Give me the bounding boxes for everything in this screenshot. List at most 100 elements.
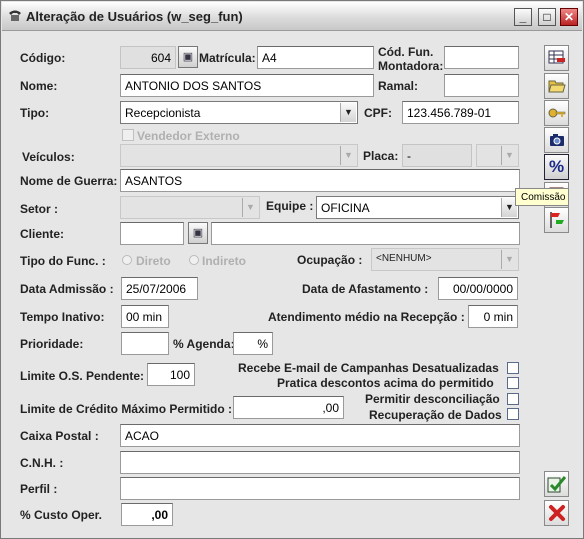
limite-credito-label: Limite de Crédito Máximo Permitido : bbox=[20, 402, 233, 416]
veiculos-select: ▼ bbox=[120, 144, 358, 167]
placa-label: Placa: bbox=[363, 149, 399, 163]
tipo-func-indireto-radio bbox=[189, 255, 199, 265]
nome-guerra-field[interactable]: ASANTOS bbox=[120, 169, 520, 192]
perfil-field[interactable] bbox=[120, 477, 520, 500]
table-edit-icon bbox=[548, 50, 565, 64]
chevron-down-icon[interactable]: ▼ bbox=[340, 103, 356, 122]
cod-fun-montadora-field[interactable] bbox=[444, 46, 519, 69]
matricula-field[interactable]: A4 bbox=[257, 46, 374, 69]
key-icon bbox=[548, 108, 565, 118]
table-edit-button[interactable] bbox=[544, 45, 569, 71]
x-icon bbox=[548, 505, 565, 521]
tipo-value: Recepcionista bbox=[125, 106, 201, 120]
data-admissao-field[interactable]: 25/07/2006 bbox=[121, 277, 198, 300]
chevron-down-icon: ▼ bbox=[340, 146, 356, 165]
close-button[interactable]: ✕ bbox=[560, 8, 578, 26]
prioridade-label: Prioridade: bbox=[20, 337, 84, 351]
ramal-label: Ramal: bbox=[378, 79, 419, 93]
window-title: Alteração de Usuários (w_seg_fun) bbox=[26, 9, 243, 24]
custo-oper-label: % Custo Oper. bbox=[20, 508, 103, 522]
lookup-icon: ▣ bbox=[182, 51, 194, 63]
prioridade-field[interactable] bbox=[121, 332, 169, 355]
ramal-field[interactable] bbox=[444, 74, 519, 97]
codigo-field: 604 bbox=[120, 46, 176, 69]
maximize-button[interactable]: □ bbox=[538, 8, 556, 26]
matricula-label: Matrícula: bbox=[199, 51, 256, 65]
camera-button[interactable] bbox=[544, 127, 569, 153]
commission-button[interactable]: % bbox=[544, 154, 569, 180]
permitir-desconciliacao-label: Permitir desconciliação bbox=[365, 392, 500, 406]
tipo-func-direto-radio bbox=[122, 255, 132, 265]
agenda-field[interactable]: % bbox=[233, 332, 273, 355]
caixa-postal-label: Caixa Postal : bbox=[20, 429, 99, 443]
vendedor-externo-checkbox bbox=[122, 129, 134, 141]
codigo-lookup-button[interactable]: ▣ bbox=[178, 46, 198, 68]
caixa-postal-field[interactable]: ACAO bbox=[120, 424, 520, 447]
tipo-select[interactable]: Recepcionista ▼ bbox=[120, 101, 358, 124]
pratica-descontos-label: Pratica descontos acima do permitido bbox=[277, 376, 494, 390]
perfil-label: Perfil : bbox=[20, 482, 58, 496]
recebe-email-label: Recebe E-mail de Campanhas Desatualizada… bbox=[238, 361, 499, 375]
nome-label: Nome: bbox=[20, 79, 58, 93]
custo-oper-field[interactable]: ,00 bbox=[121, 503, 173, 526]
title-bar[interactable]: Alteração de Usuários (w_seg_fun) _ □ ✕ bbox=[2, 2, 582, 31]
equipe-value: OFICINA bbox=[321, 201, 370, 215]
minimize-button[interactable]: _ bbox=[514, 8, 532, 26]
equipe-select[interactable]: OFICINA ▼ bbox=[316, 196, 519, 219]
equipe-label: Equipe : bbox=[266, 199, 314, 213]
cancel-button[interactable] bbox=[544, 500, 569, 526]
percent-icon: % bbox=[548, 157, 565, 176]
cliente-label: Cliente: bbox=[20, 227, 65, 241]
recebe-email-checkbox[interactable] bbox=[507, 362, 519, 374]
recuperacao-dados-checkbox[interactable] bbox=[507, 408, 519, 420]
chevron-down-icon[interactable]: ▼ bbox=[501, 250, 517, 269]
cliente-lookup-button[interactable]: ▣ bbox=[188, 222, 208, 244]
vendedor-externo-label: Vendedor Externo bbox=[137, 129, 240, 143]
chevron-down-icon: ▼ bbox=[501, 146, 517, 165]
check-icon bbox=[547, 476, 566, 493]
folder-open-icon bbox=[547, 80, 566, 93]
tipo-func-label: Tipo do Func. : bbox=[20, 254, 106, 268]
cnh-field[interactable] bbox=[120, 451, 520, 474]
tempo-inativo-label: Tempo Inativo: bbox=[20, 310, 105, 324]
cnh-label: C.N.H. : bbox=[20, 456, 64, 470]
commission-tooltip: Comissão bbox=[515, 188, 569, 206]
telephone-icon bbox=[9, 10, 21, 21]
flag-icon bbox=[549, 212, 564, 228]
nome-guerra-label: Nome de Guerra: bbox=[20, 174, 118, 188]
confirm-button[interactable] bbox=[544, 471, 569, 497]
ocupacao-label: Ocupação : bbox=[297, 253, 363, 267]
atendimento-medio-field[interactable]: 0 min bbox=[468, 305, 518, 328]
flag-button[interactable] bbox=[544, 207, 569, 233]
setor-select: ▼ bbox=[120, 196, 260, 219]
codigo-label: Código: bbox=[20, 51, 66, 65]
agenda-label: % Agenda: bbox=[173, 337, 235, 351]
data-afastamento-label: Data de Afastamento : bbox=[302, 282, 429, 296]
chevron-down-icon: ▼ bbox=[242, 198, 258, 217]
cpf-label: CPF: bbox=[364, 106, 392, 120]
atendimento-medio-label: Atendimento médio na Recepção : bbox=[268, 310, 465, 324]
camera-icon bbox=[549, 134, 564, 146]
data-afastamento-field[interactable]: 00/00/0000 bbox=[438, 277, 518, 300]
cpf-field[interactable]: 123.456.789-01 bbox=[402, 101, 519, 124]
tempo-inativo-field[interactable]: 00 min bbox=[121, 305, 169, 328]
cod-fun-montadora-label-line2: Montadora: bbox=[378, 59, 444, 73]
cliente-nome-field[interactable] bbox=[211, 222, 520, 245]
window: Alteração de Usuários (w_seg_fun) _ □ ✕ … bbox=[0, 0, 584, 539]
permitir-desconciliacao-checkbox[interactable] bbox=[507, 393, 519, 405]
open-folder-button[interactable] bbox=[544, 73, 569, 99]
limite-os-field[interactable]: 100 bbox=[147, 363, 195, 386]
limite-os-label: Limite O.S. Pendente: bbox=[20, 369, 145, 383]
nome-field[interactable]: ANTONIO DOS SANTOS bbox=[120, 74, 374, 97]
key-button[interactable] bbox=[544, 100, 569, 126]
setor-label: Setor : bbox=[20, 202, 59, 216]
recuperacao-dados-label: Recuperação de Dados bbox=[369, 408, 502, 422]
tipo-func-direto-label: Direto bbox=[136, 254, 171, 268]
pratica-descontos-checkbox[interactable] bbox=[507, 377, 519, 389]
limite-credito-field[interactable]: ,00 bbox=[233, 396, 344, 419]
cliente-codigo-field[interactable] bbox=[120, 222, 184, 245]
ocupacao-value: <NENHUM> bbox=[376, 253, 432, 264]
placa-select: ▼ bbox=[476, 144, 519, 167]
placa-field: - bbox=[402, 144, 472, 167]
ocupacao-select[interactable]: <NENHUM> ▼ bbox=[371, 248, 519, 271]
